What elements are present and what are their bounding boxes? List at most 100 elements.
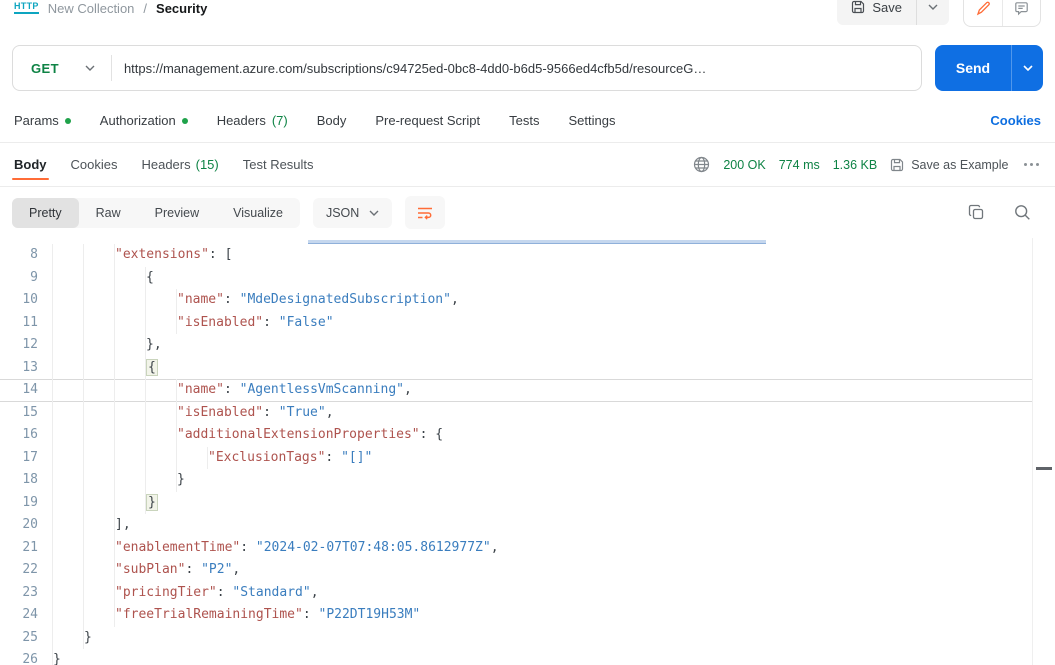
- scrollbar-marker[interactable]: [1036, 467, 1052, 470]
- code-line-row: 15 "isEnabled": "True",: [0, 401, 1032, 424]
- tab-authorization[interactable]: Authorization: [100, 113, 188, 128]
- indent-guide: [53, 559, 84, 582]
- response-time[interactable]: 774 ms: [779, 158, 820, 172]
- line-number: 15: [22, 404, 38, 420]
- chevron-down-icon: [1022, 65, 1033, 71]
- code-line-row: 25}: [0, 626, 1032, 649]
- indent-guide: [146, 424, 177, 447]
- code-line-row: 23 "pricingTier": "Standard",: [0, 581, 1032, 604]
- breadcrumb-collection[interactable]: New Collection: [48, 1, 135, 16]
- save-options-button[interactable]: [916, 0, 949, 25]
- indent-guide: [115, 289, 146, 312]
- search-response-button[interactable]: [1014, 204, 1031, 221]
- cookies-link[interactable]: Cookies: [990, 113, 1041, 128]
- send-button[interactable]: Send: [935, 45, 1011, 91]
- indent-guide: [115, 311, 146, 334]
- line-number: 23: [22, 584, 38, 600]
- indent-guide: [115, 356, 146, 379]
- method-selector[interactable]: GET: [13, 61, 111, 76]
- more-options-button[interactable]: [1022, 159, 1042, 171]
- response-tab-cookies[interactable]: Cookies: [71, 143, 118, 186]
- indent-guide: [53, 446, 84, 469]
- code-line-row: 12},: [0, 334, 1032, 357]
- edit-comment-group: [963, 0, 1041, 27]
- indent-guide: [53, 581, 84, 604]
- save-as-example-label: Save as Example: [911, 157, 1009, 172]
- url-input[interactable]: https://management.azure.com/subscriptio…: [112, 61, 921, 76]
- indent-guide: [84, 311, 115, 334]
- response-tab-headers-label: Headers: [141, 157, 191, 172]
- indent-guide: [177, 446, 208, 469]
- network-globe-icon[interactable]: [693, 156, 710, 173]
- indent-guide: [53, 266, 84, 289]
- indent-guide: [84, 289, 115, 312]
- tab-tests[interactable]: Tests: [509, 113, 539, 128]
- indent-guide: [53, 379, 84, 402]
- comment-button[interactable]: [1002, 0, 1040, 26]
- indent-guide: [53, 311, 84, 334]
- view-visualize-button[interactable]: Visualize: [216, 198, 300, 228]
- code-line-row: 21 "enablementTime": "2024-02-07T07:48:05…: [0, 536, 1032, 559]
- language-selector[interactable]: JSON: [312, 197, 393, 228]
- indent-guide: [146, 401, 177, 424]
- indent-guide: [53, 244, 84, 267]
- view-raw-button[interactable]: Raw: [79, 198, 138, 228]
- indent-guide: [146, 289, 177, 312]
- edit-request-button[interactable]: [964, 0, 1002, 26]
- response-toolbar: Pretty Raw Preview Visualize JSON: [0, 187, 1055, 238]
- save-button[interactable]: Save: [837, 0, 916, 25]
- indent-guide: [84, 469, 115, 492]
- view-mode-segmented-control: Pretty Raw Preview Visualize: [12, 197, 300, 228]
- response-body-viewer[interactable]: 8 "extensions": [9{10 "name": "MdeDesignat…: [0, 238, 1055, 665]
- code-line-row: 9{: [0, 266, 1032, 289]
- indent-guide: [115, 379, 146, 402]
- line-number: 9: [30, 269, 38, 285]
- save-as-example-button[interactable]: Save as Example: [890, 157, 1009, 172]
- response-tab-test-results[interactable]: Test Results: [243, 143, 314, 186]
- tab-params[interactable]: Params: [14, 113, 71, 128]
- tab-settings[interactable]: Settings: [568, 113, 615, 128]
- code-line-row: 11 "isEnabled": "False": [0, 311, 1032, 334]
- line-number: 26: [22, 652, 38, 665]
- save-button-label: Save: [872, 0, 902, 15]
- view-preview-button[interactable]: Preview: [138, 198, 216, 228]
- params-active-dot: [64, 117, 71, 124]
- indent-guide: [53, 356, 84, 379]
- send-options-button[interactable]: [1011, 45, 1043, 91]
- response-tab-body[interactable]: Body: [12, 143, 48, 186]
- tab-prerequest-script[interactable]: Pre-request Script: [375, 113, 480, 128]
- header-actions: Save: [837, 0, 1041, 27]
- line-number: 11: [22, 314, 38, 330]
- code-line-row: 10 "name": "MdeDesignatedSubscription",: [0, 289, 1032, 312]
- line-number: 13: [22, 359, 38, 375]
- response-tab-body-label: Body: [14, 157, 47, 172]
- indent-guide: [84, 401, 115, 424]
- save-icon: [851, 0, 865, 14]
- tab-headers[interactable]: Headers (7): [217, 113, 288, 128]
- wrap-lines-button[interactable]: [405, 196, 446, 229]
- code-line-row: 22 "subPlan": "P2",: [0, 559, 1032, 582]
- breadcrumb-separator: /: [143, 1, 148, 16]
- response-size[interactable]: 1.36 KB: [833, 158, 877, 172]
- headers-count: (7): [271, 113, 288, 128]
- status-badge[interactable]: 200 OK: [723, 158, 765, 172]
- indent-guide: [84, 491, 115, 514]
- code-line-row: 26}: [0, 649, 1032, 665]
- indent-guide: [53, 334, 84, 357]
- line-number: 16: [22, 427, 38, 442]
- line-number: 19: [22, 494, 38, 510]
- toolbar-right: [968, 204, 1043, 221]
- indent-guide: [84, 559, 115, 582]
- breadcrumb-request-name[interactable]: Security: [156, 1, 207, 16]
- indent-guide: [146, 446, 177, 469]
- indent-guide: [115, 424, 146, 447]
- tab-body[interactable]: Body: [317, 113, 347, 128]
- indent-guide: [53, 401, 84, 424]
- response-tab-headers[interactable]: Headers (15): [141, 143, 218, 186]
- code-line-row: 8 "extensions": [: [0, 244, 1032, 267]
- indent-guide: [146, 469, 177, 492]
- copy-response-button[interactable]: [968, 204, 985, 221]
- line-number: 21: [22, 539, 38, 555]
- view-pretty-button[interactable]: Pretty: [12, 197, 79, 228]
- indent-guide: [115, 491, 146, 514]
